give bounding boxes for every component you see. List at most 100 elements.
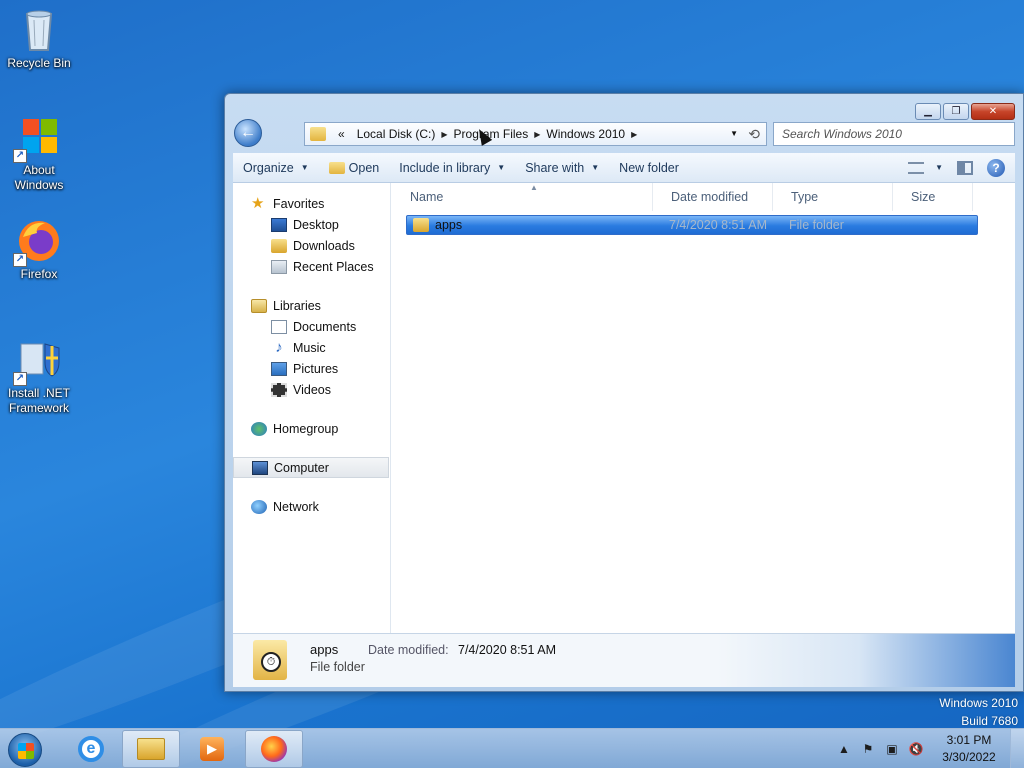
address-dropdown-icon[interactable]: ▼ — [730, 129, 738, 138]
explorer-window[interactable]: ▁ ❐ ✕ ← « Local Disk (C:) ▶ Program File… — [224, 93, 1024, 692]
back-button[interactable]: ← — [234, 119, 262, 147]
show-desktop-button[interactable] — [1010, 729, 1024, 768]
shield-installer-icon: ↗ — [13, 336, 63, 386]
nav-item-network[interactable]: Network — [233, 496, 390, 517]
nav-item-videos[interactable]: Videos — [233, 379, 390, 400]
nav-item-computer[interactable]: Computer — [233, 457, 389, 478]
open-label: Open — [348, 160, 380, 175]
organize-menu[interactable]: Organize ▼ — [233, 153, 319, 182]
windows-explorer-icon — [137, 738, 165, 760]
nav-item-music[interactable]: ♪ Music — [233, 337, 390, 358]
recent-places-icon — [271, 259, 287, 274]
folder-icon — [413, 218, 429, 232]
nav-group-computer: Computer — [233, 457, 390, 478]
desktop-icon-recycle-bin[interactable]: Recycle Bin — [1, 6, 77, 71]
nav-item-homegroup[interactable]: Homegroup — [233, 418, 390, 439]
chevron-down-icon: ▼ — [300, 163, 309, 172]
computer-icon — [252, 460, 268, 475]
file-row-apps[interactable]: apps 7/4/2020 8:51 AM File folder — [406, 215, 978, 235]
desktop-icon-label: Install .NET Framework — [7, 386, 70, 415]
desktop-icon-label: Recycle Bin — [7, 56, 71, 70]
refresh-icon[interactable]: ⟲ — [748, 126, 760, 143]
nav-label: Network — [273, 499, 319, 514]
action-center-flag-icon[interactable]: ⚑ — [860, 741, 876, 757]
taskbar-button-media-player[interactable]: ▶ — [183, 730, 241, 768]
system-clock[interactable]: 3:01 PM 3/30/2022 — [928, 732, 1010, 766]
speaker-muted-icon[interactable]: 🔇 — [908, 741, 924, 757]
include-in-library-menu[interactable]: Include in library ▼ — [389, 153, 515, 182]
desktop-icon-about-windows[interactable]: ↗ About Windows — [1, 113, 77, 193]
search-input[interactable]: Search Windows 2010 — [773, 122, 1015, 146]
show-hidden-icons-chevron-icon[interactable]: ▲ — [836, 741, 852, 757]
new-folder-label: New folder — [619, 160, 679, 175]
nav-group-favorites: ★ Favorites Desktop Downloads Recent Pla… — [233, 193, 390, 277]
documents-icon — [271, 319, 287, 334]
network-status-icon[interactable]: ▣ — [884, 741, 900, 757]
nav-label: Music — [293, 340, 326, 355]
film-strip-icon — [271, 382, 287, 397]
clock-time: 3:01 PM — [946, 733, 992, 747]
nav-label: Homegroup — [273, 421, 339, 436]
details-pane: ⏱ apps File folder Date modified: 7/4/20… — [233, 633, 1015, 687]
nav-label: Recent Places — [293, 259, 374, 274]
share-with-menu[interactable]: Share with ▼ — [515, 153, 609, 182]
taskbar-button-firefox[interactable] — [245, 730, 303, 768]
nav-item-downloads[interactable]: Downloads — [233, 235, 390, 256]
breadcrumb-overflow[interactable]: « — [332, 127, 351, 141]
folder-icon — [310, 127, 326, 141]
breadcrumb-local-disk[interactable]: Local Disk (C:) — [351, 127, 442, 141]
preview-pane-icon[interactable] — [957, 160, 973, 175]
internet-explorer-icon: e — [78, 736, 104, 762]
include-in-library-label: Include in library — [399, 160, 491, 175]
desktop-icon — [271, 217, 287, 232]
organize-label: Organize — [243, 160, 294, 175]
firefox-icon: ↗ — [13, 217, 63, 267]
restore-button[interactable]: ❐ — [943, 103, 969, 120]
open-button[interactable]: Open — [319, 153, 390, 182]
column-label: Name — [410, 190, 444, 204]
breadcrumb-windows-2010[interactable]: Windows 2010 — [540, 127, 631, 141]
clock-overlay-icon: ⏱ — [261, 652, 281, 672]
help-icon[interactable]: ? — [987, 158, 1005, 177]
taskbar-button-windows-explorer[interactable] — [122, 730, 180, 768]
address-bar[interactable]: « Local Disk (C:) ▶ Program Files ▶ Wind… — [304, 122, 767, 146]
nav-item-documents[interactable]: Documents — [233, 316, 390, 337]
desktop-icon-install-dotnet[interactable]: ↗ Install .NET Framework — [1, 336, 77, 416]
windows-logo-icon: ↗ — [13, 113, 63, 163]
nav-item-desktop[interactable]: Desktop — [233, 214, 390, 235]
close-button[interactable]: ✕ — [971, 103, 1015, 120]
taskbar-button-internet-explorer[interactable]: e — [62, 730, 120, 768]
nav-item-recent-places[interactable]: Recent Places — [233, 256, 390, 277]
chevron-down-icon: ▼ — [935, 163, 943, 172]
open-folder-icon — [328, 161, 345, 174]
column-header-date-modified[interactable]: Date modified — [653, 183, 773, 211]
back-arrow-icon: ← — [240, 124, 256, 141]
build-watermark: Windows 2010 Build 7680 — [939, 694, 1018, 730]
desktop-icon-firefox[interactable]: ↗ Firefox — [1, 217, 77, 282]
column-label: Size — [911, 190, 936, 204]
new-folder-button[interactable]: New folder — [609, 153, 689, 182]
homegroup-icon — [251, 421, 267, 436]
file-list: ▲ Name Date modified Type Size apps 7/4/… — [392, 183, 1015, 633]
file-name: apps — [435, 218, 463, 232]
nav-label: Downloads — [293, 238, 355, 253]
nav-label: Favorites — [273, 196, 325, 211]
details-name: apps — [310, 642, 339, 657]
nav-item-libraries[interactable]: Libraries — [233, 295, 390, 316]
nav-label: Pictures — [293, 361, 339, 376]
chevron-down-icon: ▼ — [591, 163, 600, 172]
nav-item-favorites[interactable]: ★ Favorites — [233, 193, 390, 214]
nav-item-pictures[interactable]: Pictures — [233, 358, 390, 379]
minimize-button[interactable]: ▁ — [915, 103, 941, 120]
column-header-size[interactable]: Size — [893, 183, 973, 211]
folder-thumbnail-icon: ⏱ — [253, 640, 287, 680]
column-header-name[interactable]: Name — [392, 183, 653, 211]
start-button[interactable] — [8, 733, 42, 767]
file-date-modified: 7/4/2020 8:51 AM — [669, 218, 767, 232]
desktop-icon-label: Firefox — [20, 267, 58, 281]
column-header-type[interactable]: Type — [773, 183, 893, 211]
change-view-button[interactable]: ▼ — [908, 161, 943, 174]
music-note-icon: ♪ — [275, 338, 283, 356]
shortcut-arrow-icon: ↗ — [13, 253, 27, 267]
breadcrumb-separator-icon[interactable]: ▶ — [631, 130, 637, 139]
